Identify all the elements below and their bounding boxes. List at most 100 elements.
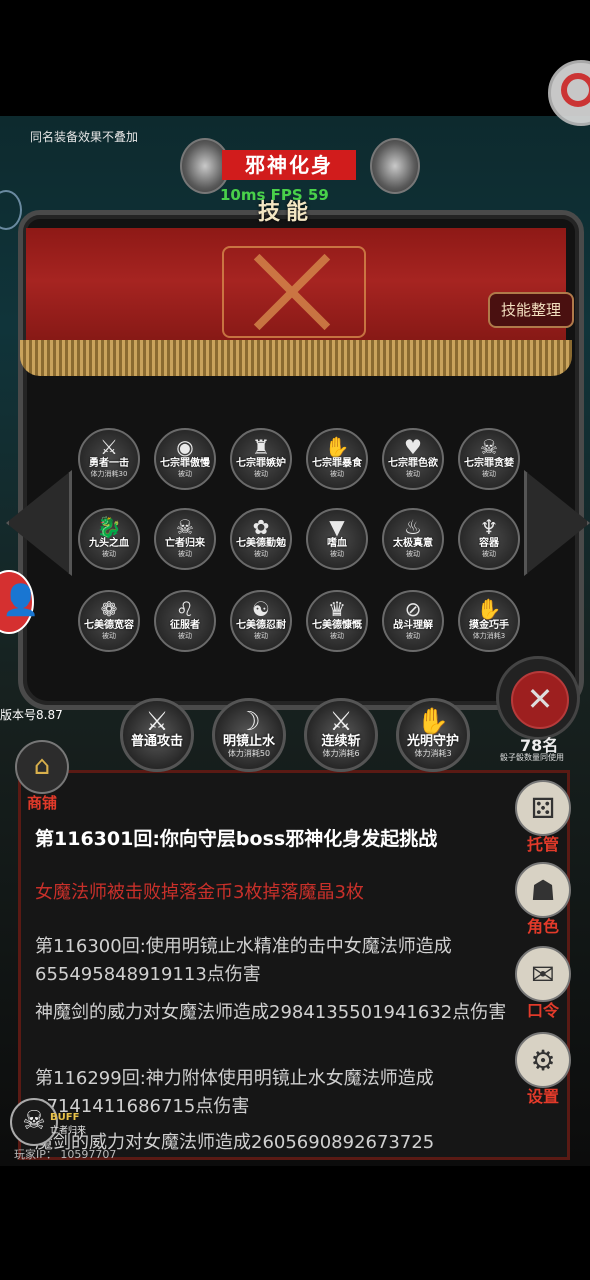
crossed-swords-emblem-icon xyxy=(222,246,366,338)
skill-status: 体力消耗30 xyxy=(90,470,128,478)
log-line: 第116301回:你向守层boss邪神化身发起挑战 xyxy=(35,828,438,850)
skill-slot[interactable]: ⚔ 勇者一击 体力消耗30 xyxy=(78,428,140,490)
eye-icon: ◉ xyxy=(176,435,194,459)
quick-skill-cost: 体力消耗50 xyxy=(227,749,271,758)
skill-slot[interactable]: 🐉 九头之血 被动 xyxy=(78,508,140,570)
role-button[interactable]: ☗ 角色 xyxy=(512,862,574,936)
close-icon: ✕ xyxy=(511,671,569,729)
skill-slot[interactable]: ❁ 七美德宽容 被动 xyxy=(78,590,140,652)
demon-icon: ♆ xyxy=(480,515,498,539)
skill-slot[interactable]: ☠ 亡者归来 被动 xyxy=(154,508,216,570)
skill-slot[interactable]: ♥ 七宗罪色欲 被动 xyxy=(382,428,444,490)
skill-slot[interactable]: ♨ 太极真意 被动 xyxy=(382,508,444,570)
scroll-icon: ✉ xyxy=(515,946,571,1002)
skill-slot[interactable]: ♜ 七宗罪嫉妒 被动 xyxy=(230,428,292,490)
skill-status: 被动 xyxy=(254,550,268,558)
quick-skill-name: 明镜止水 xyxy=(222,734,275,749)
skill-slot[interactable]: ☯ 七美德忍耐 被动 xyxy=(230,590,292,652)
battle-log[interactable]: 第116301回:你向守层boss邪神化身发起挑战 女魔法师被击败掉落金币3枚掉… xyxy=(18,770,570,1160)
skill-slot[interactable]: ☠ 七宗罪贪婪 被动 xyxy=(458,428,520,490)
skill-name: 容器 xyxy=(479,538,499,549)
shop-icon: ⌂ xyxy=(15,740,69,794)
swirl-icon: ☯ xyxy=(252,597,270,621)
horned-skull-icon: ☠ xyxy=(176,515,194,539)
log-line: 第116300回:使用明镜止水精准的击中女魔法师造成65549584891911… xyxy=(35,936,452,985)
code-label: 口令 xyxy=(526,1001,559,1020)
quick-skill-button[interactable]: ☽ 明镜止水 体力消耗50 xyxy=(212,698,286,772)
skill-name: 九头之血 xyxy=(89,538,129,549)
user-icon: 👤 xyxy=(2,583,40,618)
skill-status: 体力消耗3 xyxy=(472,632,506,640)
quick-skill-button[interactable]: ⚔ 连续斩 体力消耗6 xyxy=(304,698,378,772)
quick-skill-button[interactable]: ⚔ 普通攻击 xyxy=(120,698,194,772)
role-label: 角色 xyxy=(526,917,559,936)
equipment-note: 同名装备效果不叠加 xyxy=(30,130,139,144)
fangs-icon: ▼ xyxy=(329,515,345,539)
log-line: 女魔法师被击败掉落金币3枚掉落魔晶3枚 xyxy=(35,882,364,903)
skill-name: 七美德勤勉 xyxy=(236,538,286,549)
skill-status: 被动 xyxy=(254,470,268,478)
skill-status: 被动 xyxy=(178,550,192,558)
dice-counter-hint: 骰子骰数量同使用 xyxy=(500,753,564,762)
skill-slot[interactable]: ♌ 征服者 被动 xyxy=(154,590,216,652)
skill-name: 七美德宽容 xyxy=(84,620,134,631)
skill-status: 被动 xyxy=(406,550,420,558)
lotus-icon: ✿ xyxy=(252,515,270,539)
skill-name: 七美德慷慨 xyxy=(312,620,362,631)
quick-skill-cost: 体力消耗6 xyxy=(322,749,360,758)
skill-name: 七宗罪暴食 xyxy=(312,458,362,469)
buff-label: BUFF xyxy=(50,1112,80,1123)
heart-chain-icon: ♥ xyxy=(404,435,422,459)
skill-name: 征服者 xyxy=(170,620,200,631)
auto-button[interactable]: ⚄ 托管 xyxy=(512,780,574,854)
skill-slot[interactable]: ♛ 七美德慷慨 被动 xyxy=(306,590,368,652)
double-swords-icon: ⚔ xyxy=(329,707,353,737)
skill-name: 七宗罪色欲 xyxy=(388,458,438,469)
bottom-bar xyxy=(0,1166,590,1280)
code-button[interactable]: ✉ 口令 xyxy=(512,946,574,1020)
quick-skill-name: 光明守护 xyxy=(406,734,459,749)
skill-name: 七美德忍耐 xyxy=(236,620,286,631)
palm-icon: ✋ xyxy=(416,707,450,737)
shop-button[interactable]: ⌂ 商铺 xyxy=(12,740,72,812)
skill-slot[interactable]: ◉ 七宗罪傲慢 被动 xyxy=(154,428,216,490)
skill-name: 七宗罪傲慢 xyxy=(160,458,210,469)
profile-button[interactable]: 👤 xyxy=(0,570,39,634)
skill-slot[interactable]: ▼ 嗜血 被动 xyxy=(306,508,368,570)
hydra-icon: 🐉 xyxy=(96,515,122,539)
spiral-icon: ❁ xyxy=(100,597,118,621)
blade-arc-icon: ☽ xyxy=(237,707,261,737)
log-line: 神魔剑的威力对女魔法师造成2984135501941632点伤害 xyxy=(35,1002,507,1023)
curtain-fringe xyxy=(20,340,572,376)
right-skull-ornament-icon xyxy=(370,138,420,194)
gear-icon: ⚙ xyxy=(515,1032,571,1088)
buff-name: 亡者归来 xyxy=(50,1126,87,1136)
hooded-figure-icon: ☗ xyxy=(515,862,571,918)
skill-status: 被动 xyxy=(482,550,496,558)
skill-name: 战斗理解 xyxy=(393,620,433,631)
skill-status: 被动 xyxy=(102,632,116,640)
skill-name: 亡者归来 xyxy=(165,538,205,549)
skill-status: 被动 xyxy=(330,632,344,640)
settings-button[interactable]: ⚙ 设置 xyxy=(512,1032,574,1106)
skill-organize-button[interactable]: 技能整理 xyxy=(488,292,574,328)
skill-status: 被动 xyxy=(330,550,344,558)
dice-icon: ⚄ xyxy=(515,780,571,836)
skill-name: 嗜血 xyxy=(327,538,347,549)
skill-slot[interactable]: ⊘ 战斗理解 被动 xyxy=(382,590,444,652)
player-ip: 玩家IP： 10597707 xyxy=(14,1148,117,1161)
flame-icon: ♨ xyxy=(404,515,422,539)
boss-name: 邪神化身 xyxy=(222,150,356,180)
sword-slash-icon: ⚔ xyxy=(145,707,169,737)
skill-status: 被动 xyxy=(406,632,420,640)
skill-status: 被动 xyxy=(330,470,344,478)
sword-circle-icon: ⊘ xyxy=(404,597,422,621)
skill-status: 被动 xyxy=(178,470,192,478)
skill-slot[interactable]: ✋ 七宗罪暴食 被动 xyxy=(306,428,368,490)
skill-slot[interactable]: ✿ 七美德勤勉 被动 xyxy=(230,508,292,570)
close-button[interactable]: ✕ xyxy=(496,656,580,740)
skill-slot[interactable]: ✋ 摸金巧手 体力消耗3 xyxy=(458,590,520,652)
network-fps-readout: 10ms FPS 59 xyxy=(220,186,329,204)
quick-skill-button[interactable]: ✋ 光明守护 体力消耗3 xyxy=(396,698,470,772)
skill-slot[interactable]: ♆ 容器 被动 xyxy=(458,508,520,570)
